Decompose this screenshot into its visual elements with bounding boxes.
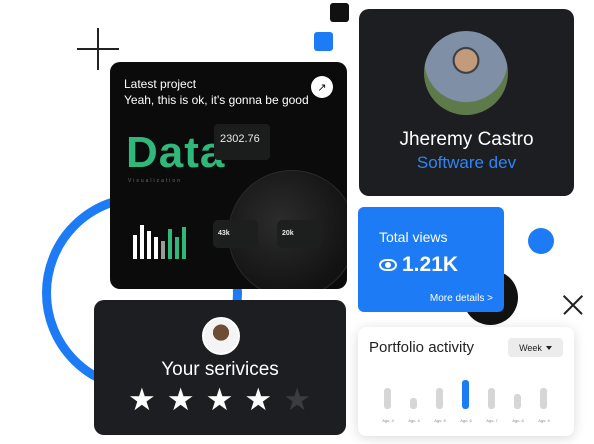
caret-down-icon <box>545 345 552 350</box>
plus-icon <box>97 28 99 70</box>
preview-stat-b: 20k <box>282 230 294 237</box>
activity-bar <box>410 398 417 409</box>
preview-bar-chart <box>133 225 186 259</box>
avatar <box>202 317 240 355</box>
activity-bar-label: Ago. 8 <box>512 418 524 423</box>
profile-card[interactable]: Jheremy Castro Software dev <box>359 9 574 196</box>
preview-bar <box>168 229 172 259</box>
latest-project-card[interactable]: Latest project Yeah, this is ok, it's go… <box>110 62 347 289</box>
preview-caption: Visualization <box>128 178 182 184</box>
preview-bar <box>154 237 158 259</box>
activity-bar-chart: Ago. 4 Ago. 4 Ago. 5 Ago. 6 Ago. 7 Ago. 8 Ago.… <box>378 375 558 423</box>
decorative-square <box>314 32 333 51</box>
star-rating: ★ ★ ★ ★ ★ <box>128 383 311 417</box>
decorative-square <box>330 3 349 22</box>
preview-headline: Data <box>126 128 226 177</box>
activity-bar <box>488 388 495 409</box>
activity-bar-label: Ago. 6 <box>460 418 472 423</box>
preview-bar <box>175 237 179 259</box>
activity-bar <box>436 388 443 409</box>
activity-bar-label: Ago. 7 <box>486 418 498 423</box>
activity-bar-label: Ago. 5 <box>434 418 446 423</box>
preview-stat: 2302.76 <box>220 133 260 145</box>
avatar <box>424 31 508 115</box>
profile-name: Jheremy Castro <box>399 129 534 150</box>
activity-bar <box>462 380 469 409</box>
services-card[interactable]: Your serivices ★ ★ ★ ★ ★ <box>94 300 346 435</box>
arrow-up-right-icon[interactable]: ↗ <box>311 76 333 98</box>
activity-bar-label: Ago. 4 <box>408 418 420 423</box>
preview-bar <box>140 225 144 259</box>
project-heading: Latest project <box>124 77 197 91</box>
activity-bar <box>540 388 547 409</box>
preview-bar <box>182 227 186 259</box>
more-details-link[interactable]: More details > <box>430 293 493 304</box>
views-value: 1.21K <box>402 253 459 276</box>
preview-bar <box>147 231 151 259</box>
preview-bar <box>161 241 165 259</box>
preview-stat-card: 2302.76 <box>214 124 270 160</box>
total-views-card: Total views 1.21K More details > <box>358 207 504 312</box>
portfolio-activity-card: Portfolio activity Week Ago. 4 Ago. 4 Ago.… <box>358 327 574 436</box>
project-subheading: Yeah, this is ok, it's gonna be good <box>124 93 309 107</box>
preview-stat-badge: 43k <box>213 220 258 248</box>
star-icon: ★ <box>244 382 273 417</box>
profile-role: Software dev <box>416 153 517 172</box>
preview-bar <box>133 235 137 259</box>
activity-bar <box>514 394 521 409</box>
preview-stat-badge: 20k <box>277 220 322 248</box>
decorative-dot <box>528 228 554 254</box>
views-title: Total views <box>379 229 448 245</box>
star-icon: ★ <box>166 382 195 417</box>
star-icon: ★ <box>283 382 311 417</box>
portfolio-title: Portfolio activity <box>369 339 475 356</box>
range-label: Week <box>519 342 542 353</box>
eye-icon <box>379 259 397 271</box>
star-icon: ★ <box>128 382 156 417</box>
activity-bar-label: Ago. 4 <box>382 418 394 423</box>
activity-bar <box>384 388 391 409</box>
activity-bar-label: Ago. 9 <box>538 418 550 423</box>
services-title: Your serivices <box>161 359 279 380</box>
range-dropdown[interactable]: Week <box>508 338 563 357</box>
preview-stat-a: 43k <box>218 230 230 237</box>
star-icon: ★ <box>205 382 234 417</box>
